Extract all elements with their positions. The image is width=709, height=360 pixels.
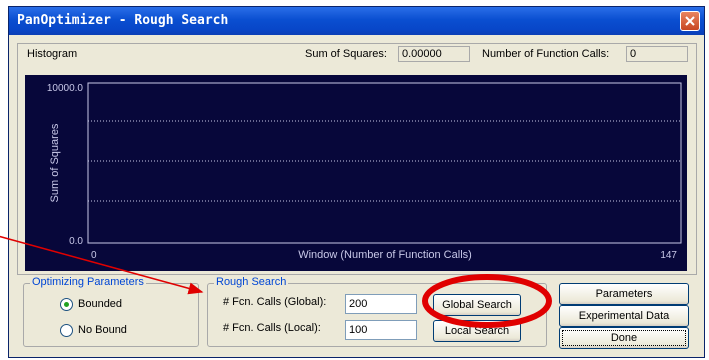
function-calls-label: Number of Function Calls: (482, 48, 610, 60)
rough-search-window: PanOptimizer - Rough Search Histogram Su… (8, 6, 705, 358)
parameters-button[interactable]: Parameters (559, 283, 689, 305)
local-calls-input[interactable]: 100 (345, 320, 417, 340)
global-calls-label: # Fcn. Calls (Global): (223, 296, 327, 308)
done-button[interactable]: Done (559, 327, 689, 349)
global-calls-input[interactable]: 200 (345, 294, 417, 314)
bounded-label: Bounded (78, 298, 123, 310)
close-icon (685, 16, 695, 26)
global-search-button[interactable]: Global Search (433, 294, 521, 316)
title-bar[interactable]: PanOptimizer - Rough Search (9, 7, 704, 35)
local-search-button[interactable]: Local Search (433, 320, 521, 342)
plot-area (87, 82, 682, 244)
experimental-data-button[interactable]: Experimental Data (559, 305, 689, 327)
no-bound-label: No Bound (78, 324, 127, 336)
histogram-chart: 10000.0 0.0 Sum of Squares 0 147 Window … (25, 75, 687, 271)
rough-search-group: Rough Search # Fcn. Calls (Global): 200 … (207, 276, 547, 347)
rough-search-title: Rough Search (214, 276, 289, 288)
bounded-radio[interactable] (60, 298, 73, 311)
close-button[interactable] (680, 11, 700, 31)
x-min-tick: 0 (91, 250, 97, 261)
histogram-label: Histogram (27, 48, 78, 60)
optimizing-parameters-group: Optimizing Parameters Bounded No Bound (23, 276, 199, 347)
no-bound-radio[interactable] (60, 324, 73, 337)
function-calls-value: 0 (626, 46, 688, 62)
x-axis-label: Window (Number of Function Calls) (298, 249, 472, 261)
x-max-tick: 147 (660, 250, 677, 261)
y-axis-label: Sum of Squares (49, 123, 61, 202)
y-max-tick: 10000.0 (47, 83, 84, 94)
y-min-tick: 0.0 (69, 236, 83, 247)
optimizing-parameters-title: Optimizing Parameters (30, 276, 146, 288)
sum-of-squares-value: 0.00000 (398, 46, 470, 62)
window-title: PanOptimizer - Rough Search (17, 13, 229, 28)
local-calls-label: # Fcn. Calls (Local): (223, 322, 321, 334)
sum-of-squares-label: Sum of Squares: (305, 48, 387, 60)
